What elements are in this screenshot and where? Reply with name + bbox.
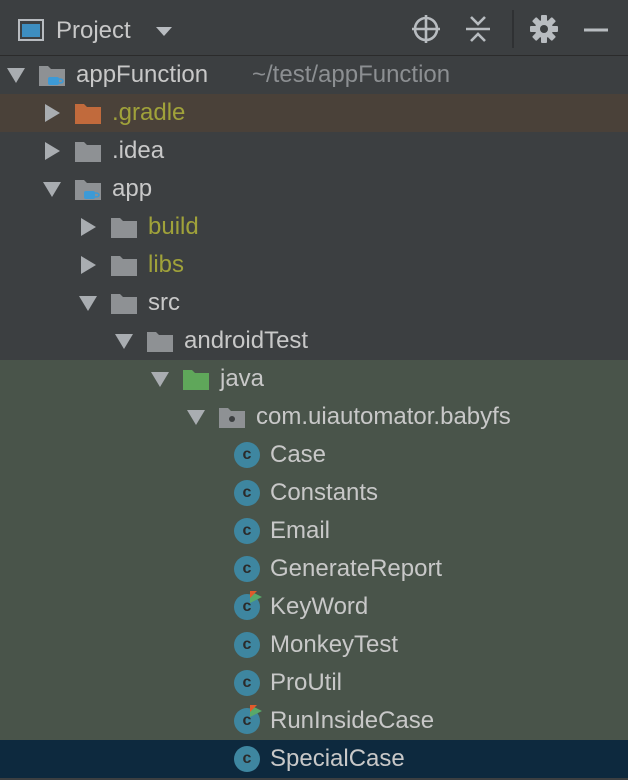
tree-row-src[interactable]: src: [0, 284, 628, 322]
run-marker-icon: [250, 705, 262, 717]
class-icon: c: [234, 556, 260, 582]
tree-item-label: src: [148, 289, 180, 316]
toolbar-separator: [512, 10, 514, 48]
tree-row-libs[interactable]: libs: [0, 246, 628, 284]
collapsed-arrow-icon[interactable]: [42, 103, 62, 123]
folder-icon: [75, 142, 101, 162]
tree-row-java[interactable]: java: [0, 360, 628, 398]
tree-row-generatereport[interactable]: c GenerateReport: [0, 550, 628, 588]
class-icon: c: [234, 746, 260, 772]
tree-row-monkeytest[interactable]: c MonkeyTest: [0, 626, 628, 664]
tree-item-label: ProUtil: [270, 669, 343, 696]
run-marker-icon: [250, 591, 262, 603]
project-tool-window: Project appFunction ~/test/appFunction .…: [0, 0, 628, 780]
crosshair-icon[interactable]: [410, 13, 442, 45]
collapse-all-icon[interactable]: [462, 13, 494, 45]
tree-item-label: Constants: [270, 479, 379, 506]
tree-row-specialcase[interactable]: c SpecialCase: [0, 740, 628, 778]
tree-item-label: Email: [270, 517, 331, 544]
expanded-arrow-icon[interactable]: [186, 407, 206, 427]
tree-item-label: RunInsideCase: [270, 707, 435, 734]
tree-row-build[interactable]: build: [0, 208, 628, 246]
class-icon: c: [234, 480, 260, 506]
expanded-arrow-icon[interactable]: [114, 331, 134, 351]
expanded-arrow-icon[interactable]: [6, 65, 26, 85]
tree-item-label: .gradle: [112, 99, 186, 126]
tree-row-runinsidecase[interactable]: c RunInsideCase: [0, 702, 628, 740]
tree-item-label: com.uiautomator.babyfs: [256, 403, 511, 430]
tree-item-label: androidTest: [184, 327, 309, 354]
folder-icon: [111, 294, 137, 314]
tree-item-label: MonkeyTest: [270, 631, 399, 658]
excluded-folder-icon: [75, 104, 101, 124]
tree-item-label: build: [148, 213, 199, 240]
tree-item-label: libs: [148, 251, 185, 278]
tree-row-gradle[interactable]: .gradle: [0, 94, 628, 132]
test-source-folder-icon: [183, 370, 209, 390]
folder-icon: [111, 218, 137, 238]
tree-item-label: GenerateReport: [270, 555, 443, 582]
expanded-arrow-icon[interactable]: [150, 369, 170, 389]
package-icon: [219, 408, 245, 428]
project-tree: appFunction ~/test/appFunction .gradle .ide…: [0, 56, 628, 780]
tree-item-label: app: [112, 175, 153, 202]
tree-item-label: java: [220, 365, 265, 392]
tree-item-label: .idea: [112, 137, 165, 164]
tree-row-app[interactable]: app: [0, 170, 628, 208]
class-icon: c: [234, 705, 262, 734]
module-folder-icon: [75, 180, 101, 200]
tree-row-idea[interactable]: .idea: [0, 132, 628, 170]
collapsed-arrow-icon[interactable]: [78, 217, 98, 237]
tree-item-label: KeyWord: [270, 593, 369, 620]
class-icon: c: [234, 632, 260, 658]
expanded-arrow-icon[interactable]: [42, 179, 62, 199]
tree-row-case[interactable]: c Case: [0, 436, 628, 474]
tree-item-label: Case: [270, 441, 327, 468]
collapsed-arrow-icon[interactable]: [78, 255, 98, 275]
folder-icon: [147, 332, 173, 352]
tree-row-email[interactable]: c Email: [0, 512, 628, 550]
minimize-icon[interactable]: [580, 13, 612, 45]
folder-icon: [111, 256, 137, 276]
expanded-arrow-icon[interactable]: [78, 293, 98, 313]
tree-row-keyword[interactable]: c KeyWord: [0, 588, 628, 626]
tree-row-constants[interactable]: c Constants: [0, 474, 628, 512]
tree-item-label: SpecialCase: [270, 745, 405, 772]
module-path-hint: ~/test/appFunction: [252, 61, 451, 88]
class-icon: c: [234, 518, 260, 544]
class-icon: c: [234, 670, 260, 696]
project-toolbar: Project: [0, 0, 628, 56]
tree-row-appfunction[interactable]: appFunction ~/test/appFunction: [0, 56, 628, 94]
tree-item-label: appFunction: [76, 61, 209, 88]
class-icon: c: [234, 591, 262, 620]
tree-row-proutil[interactable]: c ProUtil: [0, 664, 628, 702]
view-selector-title[interactable]: Project: [56, 14, 131, 48]
collapsed-arrow-icon[interactable]: [42, 141, 62, 161]
tree-row-androidtest[interactable]: androidTest: [0, 322, 628, 360]
tree-row-com-uiautomator-babyfs[interactable]: com.uiautomator.babyfs: [0, 398, 628, 436]
gear-icon[interactable]: [528, 13, 560, 45]
chevron-down-icon[interactable]: [154, 24, 174, 38]
module-folder-icon: [39, 66, 65, 86]
class-icon: c: [234, 442, 260, 468]
project-view-icon[interactable]: [18, 19, 44, 41]
